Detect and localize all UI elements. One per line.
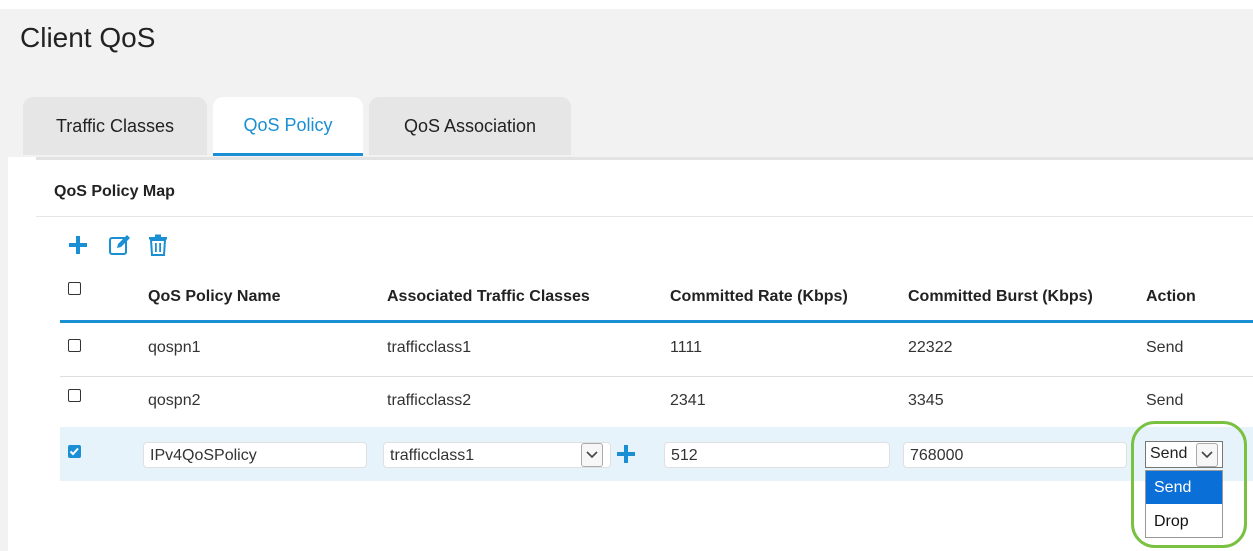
traffic-class-select-value: trafficclass1 [390,447,475,464]
action-option-send[interactable]: Send [1146,471,1222,504]
action-dropdown-list: Send Drop [1145,470,1223,538]
edit-row-checkbox[interactable] [68,445,81,458]
column-header-committed-rate: Committed Rate (Kbps) [670,288,848,305]
edit-icon[interactable] [107,232,133,258]
panel-top-border [36,157,1253,160]
row-checkbox[interactable] [68,389,81,402]
row-committed-rate: 2341 [670,392,706,409]
add-icon[interactable] [65,232,91,258]
left-edge [0,157,8,551]
header-underline [60,320,1253,323]
row-committed-rate: 1111 [670,339,703,356]
row-traffic-class: trafficclass1 [387,339,472,356]
section-divider [36,216,1253,217]
delete-icon[interactable] [145,232,171,258]
row-checkbox[interactable] [68,339,81,352]
tab-qos-association[interactable]: QoS Association [369,97,571,155]
row-action: Send [1146,339,1184,356]
chevron-down-icon[interactable] [581,443,603,467]
column-header-committed-burst: Committed Burst (Kbps) [908,288,1093,305]
row-action: Send [1146,392,1184,409]
policy-name-input[interactable]: IPv4QoSPolicy [143,442,367,468]
select-all-checkbox[interactable] [68,282,81,295]
chevron-down-icon[interactable] [1196,443,1218,467]
tab-traffic-classes[interactable]: Traffic Classes [23,97,207,155]
row-committed-burst: 22322 [908,339,953,356]
tab-qos-policy[interactable]: QoS Policy [213,97,363,156]
column-header-action: Action [1146,288,1196,305]
committed-rate-input[interactable]: 512 [664,442,890,468]
row-policy-name: qospn1 [148,339,201,356]
column-header-traffic-classes: Associated Traffic Classes [387,288,590,305]
committed-burst-input[interactable]: 768000 [903,442,1127,468]
page-header [0,9,1253,85]
page-title: Client QoS [20,22,156,53]
traffic-class-select[interactable]: trafficclass1 [383,442,611,468]
action-select-value: Send [1150,445,1188,462]
row-policy-name: qospn2 [148,392,201,409]
add-traffic-class-icon[interactable] [613,441,639,467]
row-committed-burst: 3345 [908,392,944,409]
column-header-policy-name: QoS Policy Name [148,288,281,305]
row-divider [60,376,1253,377]
action-option-drop[interactable]: Drop [1146,505,1222,538]
section-title: QoS Policy Map [54,183,175,200]
row-traffic-class: trafficclass2 [387,392,472,409]
